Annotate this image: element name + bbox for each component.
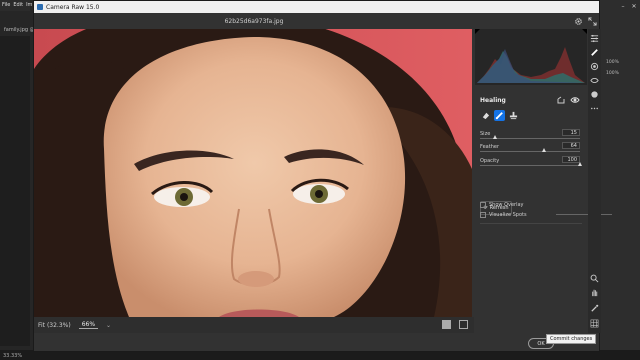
photoshop-right-panel: [600, 0, 640, 360]
reset-icon[interactable]: [556, 95, 566, 105]
camera-raw-logo-icon: [37, 4, 43, 10]
slider-track[interactable]: [480, 151, 580, 152]
camera-raw-dialog: Camera Raw 15.0 62b25d6a973fa.jpg Fit (3…: [33, 0, 612, 352]
grid-icon[interactable]: [589, 318, 600, 329]
divider: [480, 223, 582, 224]
slider-label: Feather: [480, 144, 500, 150]
heal-mode-tools: [480, 110, 519, 121]
visualize-spots-checkbox[interactable]: [480, 212, 486, 218]
commit-tooltip: Commit changes: [546, 334, 597, 344]
mask-icon[interactable]: [589, 61, 600, 72]
before-after-icon[interactable]: [459, 320, 468, 329]
heal-brush-icon[interactable]: [494, 110, 505, 121]
zoom-icon[interactable]: [589, 273, 600, 284]
ps-field-value: 100%: [606, 71, 619, 76]
slider-value[interactable]: 64: [562, 142, 580, 149]
slider-track[interactable]: [480, 165, 580, 166]
photo-canvas[interactable]: [34, 29, 472, 317]
menu-edit[interactable]: Edit: [13, 2, 23, 11]
expand-icon[interactable]: [588, 17, 597, 26]
photoshop-toolbar: [0, 36, 30, 346]
presets-icon[interactable]: [589, 89, 600, 100]
chevron-down-icon[interactable]: ⌄: [106, 322, 111, 329]
minimize-icon[interactable]: –: [619, 2, 627, 10]
more-icon[interactable]: [589, 103, 600, 114]
panel-title: Healing: [480, 97, 506, 104]
zoom-bar: Fit (32.3%) 66% ⌄: [34, 317, 474, 333]
menu-image[interactable]: Im: [26, 2, 32, 11]
view-controls: [442, 320, 468, 329]
heal-brush-icon[interactable]: [589, 47, 600, 58]
visualize-spots-slider[interactable]: [556, 214, 612, 215]
gear-icon[interactable]: [574, 17, 583, 26]
dialog-titlebar: Camera Raw 15.0: [34, 1, 599, 13]
red-eye-icon[interactable]: [589, 75, 600, 86]
eraser-icon[interactable]: [480, 110, 491, 121]
slider-label: Opacity: [480, 158, 500, 164]
clone-stamp-icon[interactable]: [508, 110, 519, 121]
size-slider[interactable]: Size 15: [480, 129, 580, 139]
show-overlay-option[interactable]: Show Overlay: [480, 202, 524, 208]
show-overlay-label: Show Overlay: [489, 202, 524, 208]
slider-thumb[interactable]: [492, 135, 497, 139]
show-overlay-checkbox[interactable]: [480, 202, 486, 208]
eyedropper-icon[interactable]: [589, 303, 600, 314]
zoom-level[interactable]: 66%: [78, 321, 99, 329]
visualize-spots-option[interactable]: Visualize Spots: [480, 212, 527, 218]
status-zoom: 33.33%: [3, 353, 23, 359]
feather-slider[interactable]: Feather 64: [480, 142, 580, 152]
eye-icon[interactable]: [570, 95, 580, 105]
filename: 62b25d6a973fa.jpg: [224, 18, 284, 25]
dialog-header: 62b25d6a973fa.jpg: [34, 13, 599, 29]
visualize-spots-label: Visualize Spots: [489, 212, 527, 218]
ps-field-value: 100%: [606, 60, 619, 65]
hand-icon[interactable]: [589, 287, 600, 298]
healing-panel: Healing Size 15 Feather 64 Opacity 100 ⟳…: [474, 29, 588, 333]
slider-thumb[interactable]: [577, 162, 582, 166]
menu-file[interactable]: File: [2, 2, 10, 11]
photoshop-menubar: File Edit Im: [0, 0, 32, 11]
slider-label: Size: [480, 131, 491, 137]
dialog-title: Camera Raw 15.0: [46, 3, 100, 11]
histogram: [475, 29, 587, 85]
single-view-icon[interactable]: [442, 320, 451, 329]
slider-value[interactable]: 15: [562, 129, 580, 136]
edit-sliders-icon[interactable]: [589, 33, 600, 44]
slider-thumb[interactable]: [541, 148, 546, 152]
window-controls: – ✕: [619, 2, 638, 10]
opacity-slider[interactable]: Opacity 100: [480, 156, 582, 166]
portrait-image: [34, 29, 472, 317]
document-tab[interactable]: family.jpg @: [4, 27, 35, 33]
fit-zoom-label[interactable]: Fit (32.3%): [38, 322, 71, 329]
close-icon[interactable]: ✕: [630, 2, 638, 10]
camera-raw-toolbar: [588, 29, 601, 333]
